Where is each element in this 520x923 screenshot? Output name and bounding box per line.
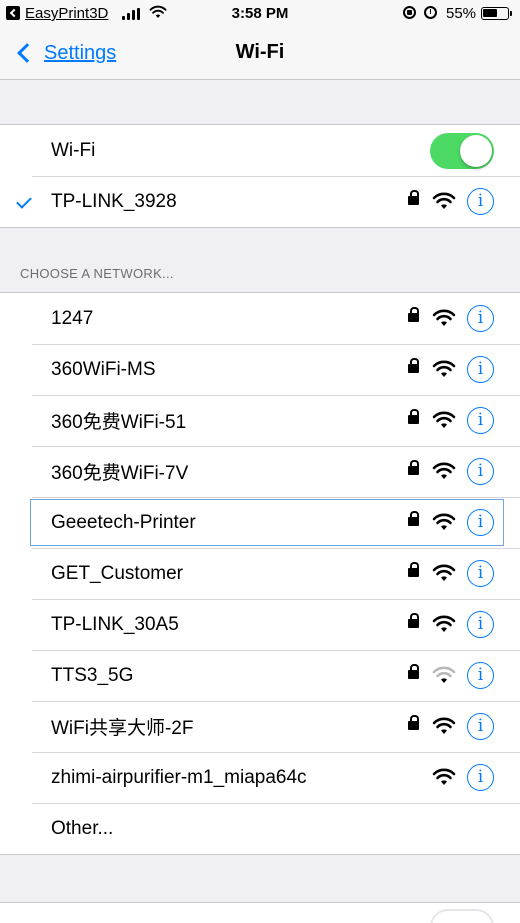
- lock-icon: [408, 562, 419, 577]
- section-header: CHOOSE A NETWORK...: [20, 266, 174, 281]
- connected-network-name: TP-LINK_3928: [51, 190, 177, 212]
- network-row[interactable]: 360免费WiFi-7V i: [0, 446, 520, 497]
- info-icon[interactable]: i: [467, 356, 494, 383]
- network-row[interactable]: 1247 i: [0, 293, 520, 344]
- status-time: 3:58 PM: [231, 5, 289, 22]
- network-row[interactable]: 360免费WiFi-51 i: [0, 395, 520, 446]
- other-label: Other...: [51, 817, 114, 839]
- info-icon[interactable]: i: [467, 662, 494, 689]
- network-row[interactable]: GET_Customer i: [0, 548, 520, 599]
- network-row[interactable]: TP-LINK_30A5 i: [0, 599, 520, 650]
- wifi-signal-icon: [432, 615, 456, 632]
- battery-icon: [481, 7, 512, 20]
- other-network-row[interactable]: Other...: [0, 803, 520, 854]
- network-row[interactable]: WiFi共享大师-2F i: [0, 701, 520, 752]
- network-list: 1247 i 360WiFi-MS i 360免费WiFi-51 i 360免费WiFi-7…: [0, 292, 520, 855]
- wifi-signal-icon: [432, 360, 456, 377]
- network-row[interactable]: TTS3_5G i: [0, 650, 520, 701]
- wifi-signal-icon: [432, 462, 456, 479]
- lock-icon: [408, 460, 419, 475]
- lock-icon: [408, 190, 419, 205]
- network-row[interactable]: zhimi-airpurifier-m1_miapa64c i: [0, 752, 520, 803]
- wifi-signal-icon: [432, 717, 456, 734]
- wifi-signal-icon: [432, 309, 456, 326]
- connected-network-row[interactable]: TP-LINK_3928 i: [0, 176, 520, 227]
- lock-icon: [408, 511, 419, 526]
- wifi-signal-icon: [432, 513, 456, 530]
- wifi-toggle-switch[interactable]: [430, 133, 494, 169]
- info-icon[interactable]: i: [467, 188, 494, 215]
- network-name: GET_Customer: [51, 562, 183, 584]
- network-name: 360免费WiFi-7V: [51, 463, 189, 484]
- info-icon[interactable]: i: [467, 458, 494, 485]
- battery-percentage: 55%: [446, 5, 477, 22]
- wifi-toggle-row: Wi-Fi: [0, 125, 520, 176]
- lock-icon: [408, 613, 419, 628]
- wifi-signal-icon: [432, 411, 456, 428]
- lock-icon: [408, 358, 419, 373]
- wifi-status-group: Wi-Fi TP-LINK_3928 i: [0, 124, 520, 228]
- network-name: 1247: [51, 307, 94, 329]
- status-bar: EasyPrint3D 3:58 PM 55%: [0, 0, 520, 28]
- wifi-signal-icon: [432, 666, 456, 683]
- info-icon[interactable]: i: [467, 713, 494, 740]
- network-row[interactable]: 360WiFi-MS i: [0, 344, 520, 395]
- navigation-bar: Settings Wi-Fi: [0, 28, 520, 80]
- wifi-signal-icon: [432, 192, 456, 209]
- info-icon[interactable]: i: [467, 611, 494, 638]
- wifi-label: Wi-Fi: [51, 139, 96, 161]
- info-icon[interactable]: i: [467, 509, 494, 536]
- wifi-signal-icon: [432, 564, 456, 581]
- network-name: TTS3_5G: [51, 664, 134, 686]
- info-icon[interactable]: i: [467, 407, 494, 434]
- network-name: TP-LINK_30A5: [51, 613, 179, 635]
- lock-icon: [408, 409, 419, 424]
- info-icon[interactable]: i: [467, 560, 494, 587]
- info-icon[interactable]: i: [467, 305, 494, 332]
- lock-icon: [408, 307, 419, 322]
- toggle-knob: [460, 135, 492, 167]
- lock-icon: [408, 715, 419, 730]
- info-icon[interactable]: i: [467, 764, 494, 791]
- network-name: 360免费WiFi-51: [51, 412, 187, 433]
- alarm-icon: [424, 6, 437, 19]
- network-name: zhimi-airpurifier-m1_miapa64c: [51, 766, 307, 788]
- page-title: Wi-Fi: [235, 41, 285, 63]
- orientation-lock-icon: [403, 6, 416, 19]
- network-name: 360WiFi-MS: [51, 358, 156, 380]
- lock-icon: [408, 664, 419, 679]
- wifi-signal-icon: [432, 768, 456, 785]
- ask-to-join-toggle[interactable]: [430, 909, 494, 923]
- network-row[interactable]: Geeetech-Printer i: [0, 497, 520, 548]
- network-name: WiFi共享大师-2F: [51, 718, 194, 739]
- checkmark-icon: [16, 193, 32, 209]
- network-name: Geeetech-Printer: [51, 511, 196, 533]
